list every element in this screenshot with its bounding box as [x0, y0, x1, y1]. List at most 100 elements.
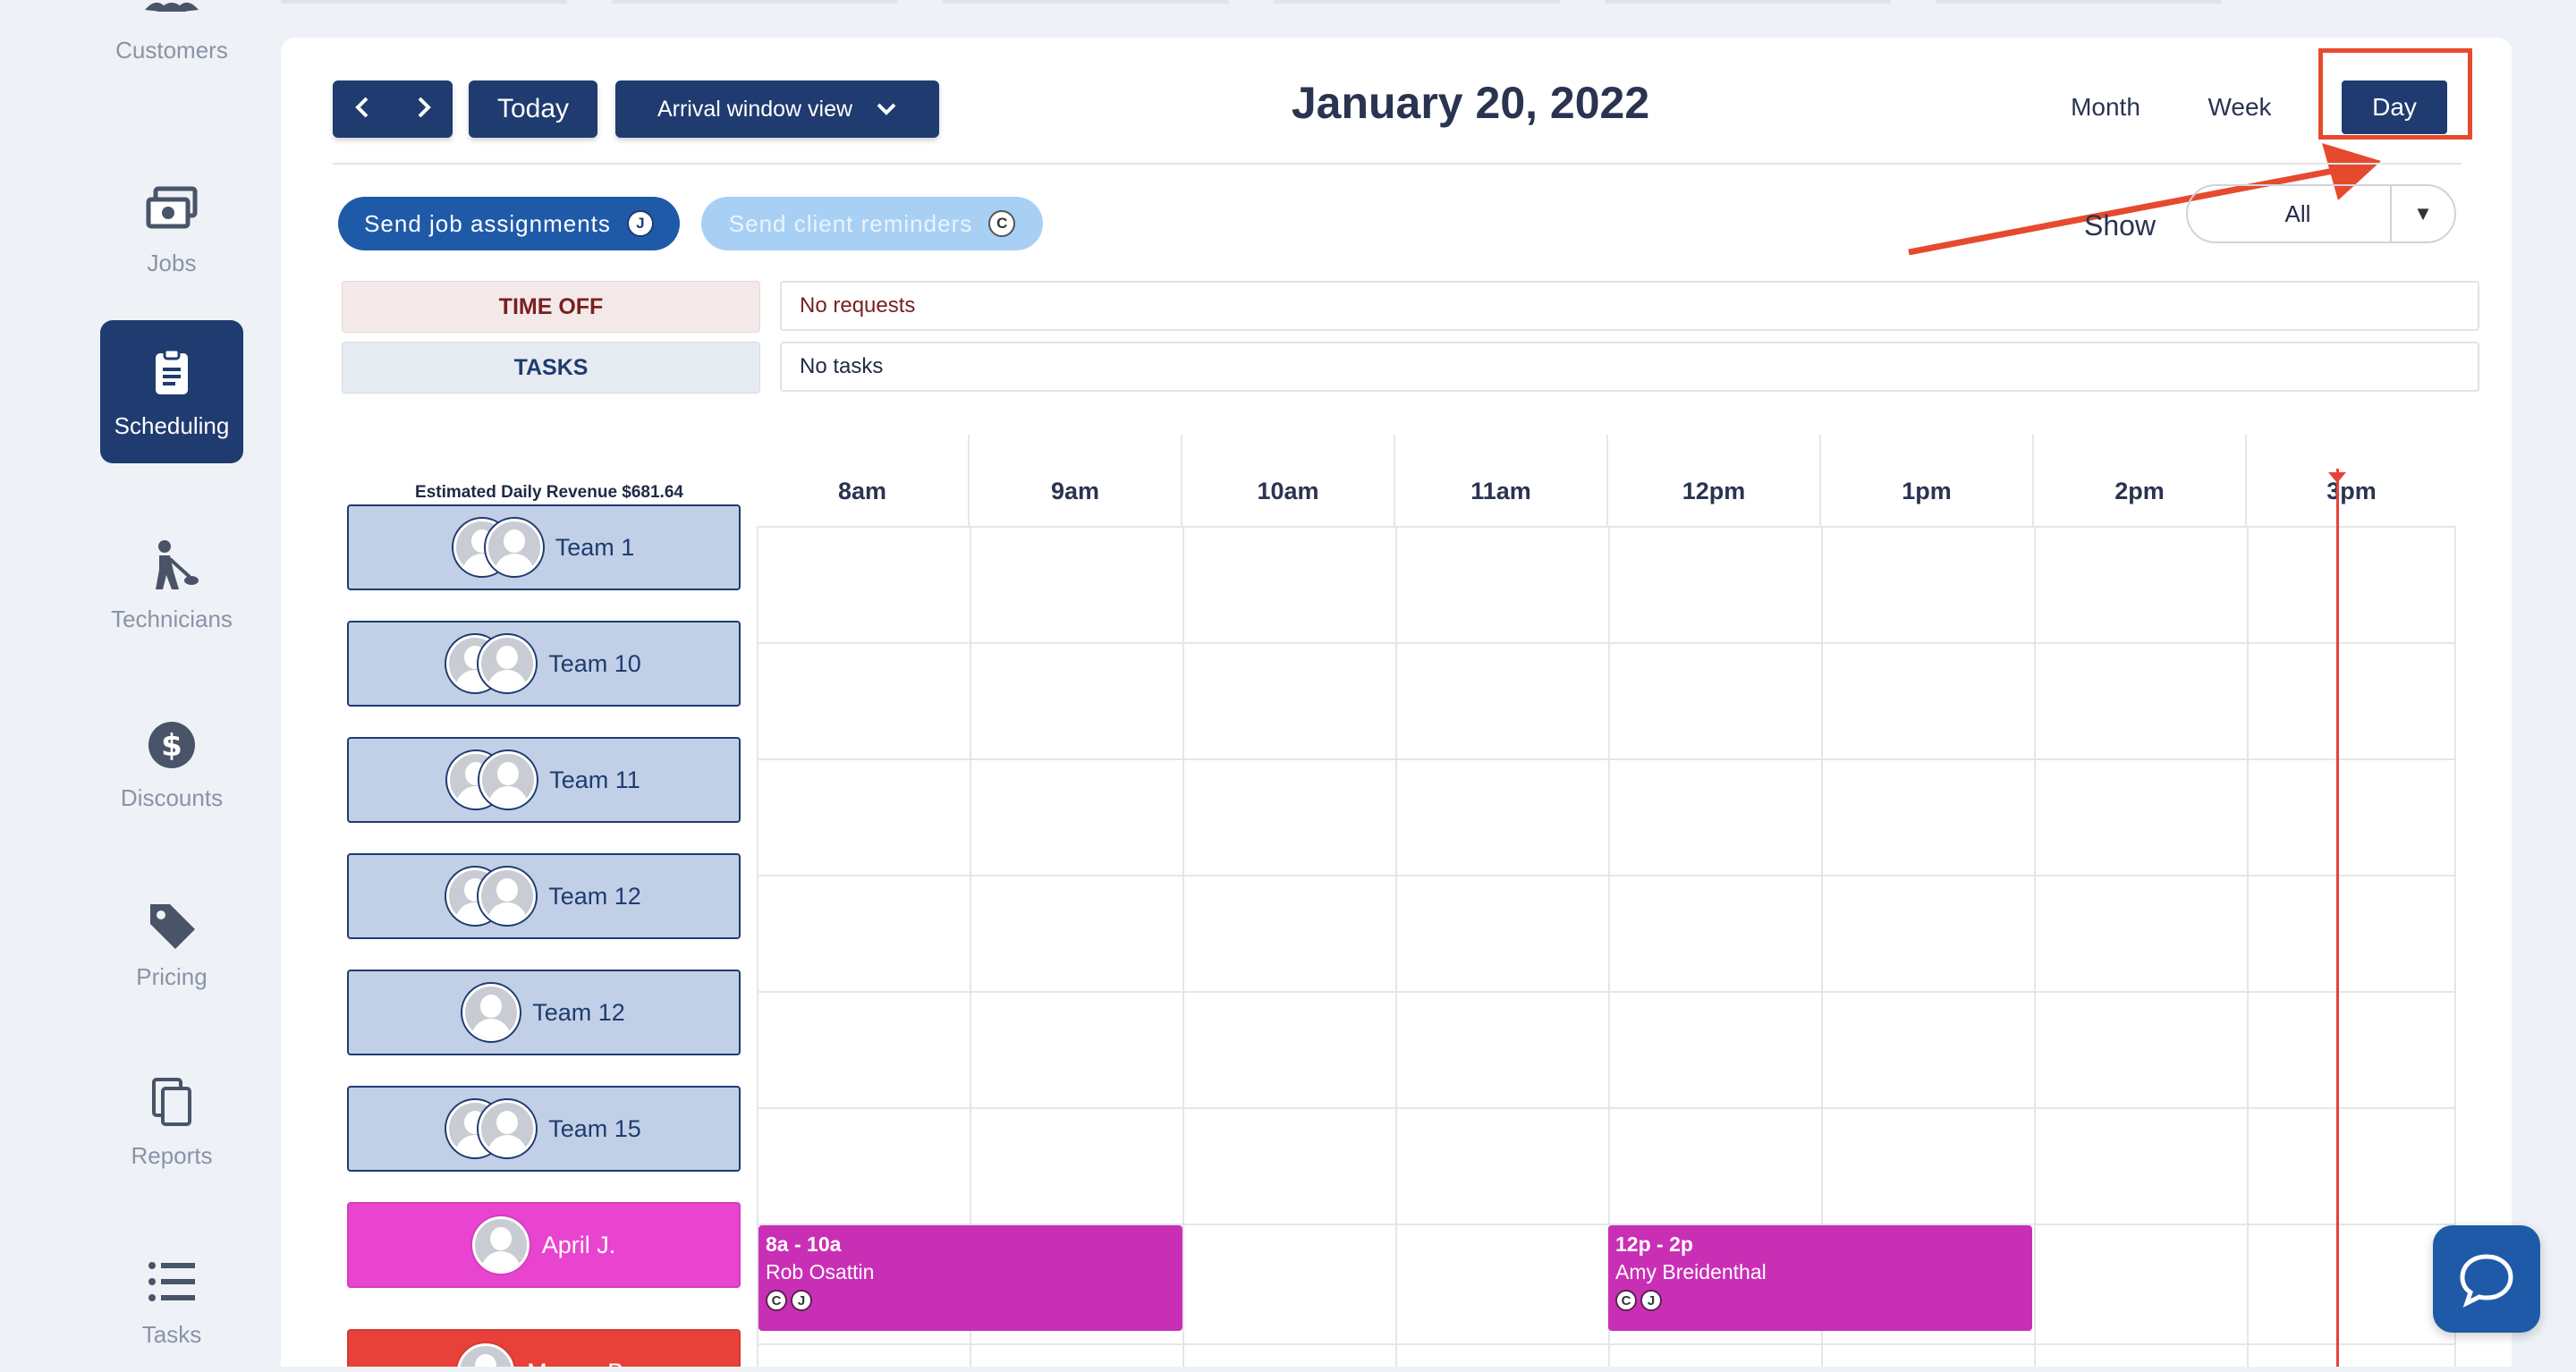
show-label: Show	[2084, 209, 2157, 241]
team-name: Team 11	[549, 766, 640, 793]
technician-row[interactable]: April J.	[347, 1202, 741, 1288]
time-off-label: TIME OFF	[342, 281, 760, 333]
team-row[interactable]: Team 1	[347, 504, 741, 590]
team-row[interactable]: Team 12	[347, 853, 741, 939]
job-time: 8a - 10a	[766, 1232, 842, 1256]
sidebar-item-tasks[interactable]: Tasks	[100, 1229, 243, 1372]
next-button[interactable]	[412, 93, 434, 126]
avatar	[457, 1343, 515, 1367]
technician-row[interactable]: Megan B.	[347, 1329, 741, 1367]
chevron-left-icon	[354, 97, 368, 117]
hour-header: 3pm	[2326, 477, 2377, 504]
show-filter-select[interactable]: All ▼	[2186, 184, 2456, 243]
sidebar-item-label: Pricing	[136, 962, 208, 990]
chat-button[interactable]	[2433, 1225, 2540, 1333]
grid-line	[758, 1107, 2454, 1109]
today-button[interactable]: Today	[469, 80, 597, 138]
sidebar-item-discounts[interactable]: $ Discounts	[100, 692, 243, 835]
send-job-assignments-button[interactable]: Send job assignments J	[338, 197, 680, 250]
client-reminder-icon: C	[766, 1290, 787, 1311]
avatar	[485, 519, 543, 576]
sidebar-item-scheduling[interactable]: Scheduling	[100, 320, 243, 463]
current-time-marker-icon	[2328, 472, 2346, 483]
team-name: Team 12	[548, 882, 641, 910]
grid-line	[758, 758, 2454, 760]
send-client-reminders-label: Send client reminders	[728, 209, 973, 237]
chevron-right-icon	[418, 97, 431, 117]
avatar	[462, 984, 521, 1041]
grid-line	[758, 991, 2454, 993]
client-badge-icon: C	[988, 210, 1016, 237]
copy-icon	[143, 1074, 200, 1131]
job-client: Amy Breidenthal	[1615, 1260, 1767, 1283]
chevron-down-icon	[877, 103, 896, 115]
avatar	[479, 1100, 537, 1157]
sidebar: Customers Jobs Scheduling Technicians $ …	[0, 0, 277, 1367]
date-nav	[333, 80, 453, 138]
clipboard-icon	[143, 344, 200, 402]
sidebar-item-pricing[interactable]: Pricing	[100, 871, 243, 1014]
avatar	[479, 868, 537, 925]
current-time-line	[2336, 469, 2339, 1367]
tasks-label: TASKS	[342, 342, 760, 394]
show-filter-value: All	[2284, 199, 2311, 227]
customers-icon	[143, 0, 200, 26]
prev-button[interactable]	[352, 93, 374, 126]
client-reminder-icon: C	[1615, 1290, 1637, 1311]
avatar	[479, 635, 537, 692]
sidebar-item-label: Tasks	[141, 1320, 202, 1348]
hour-header: 9am	[970, 435, 1182, 526]
team-name: Team 12	[532, 998, 625, 1026]
job-card[interactable]: 12p - 2p Amy Breidenthal C J	[1608, 1225, 2032, 1331]
team-row[interactable]: Team 12	[347, 970, 741, 1055]
technician-name: Megan B.	[527, 1359, 631, 1368]
sidebar-item-label: Jobs	[147, 249, 197, 276]
grid-line	[2034, 528, 2036, 1367]
grid-line	[758, 875, 2454, 877]
job-assignment-icon: J	[791, 1290, 812, 1311]
job-time: 12p - 2p	[1615, 1232, 1693, 1256]
sidebar-item-jobs[interactable]: Jobs	[100, 157, 243, 301]
team-row[interactable]: Team 10	[347, 621, 741, 707]
job-card[interactable]: 8a - 10a Rob Osattin C J	[758, 1225, 1182, 1331]
view-mode-label: Arrival window view	[657, 96, 853, 122]
job-badge-icon: J	[626, 210, 654, 237]
grid-line	[758, 642, 2454, 644]
chat-bubble-icon	[2460, 1254, 2513, 1308]
sidebar-item-reports[interactable]: Reports	[100, 1050, 243, 1193]
team-name: Team 15	[548, 1114, 641, 1142]
svg-text:$: $	[161, 728, 182, 764]
send-job-assignments-label: Send job assignments	[364, 209, 611, 237]
hour-header: 10am	[1182, 435, 1395, 526]
time-off-field[interactable]: No requests	[780, 281, 2479, 331]
grid-line	[1395, 528, 1397, 1367]
caret-down-icon: ▼	[2390, 186, 2454, 241]
date-title: January 20, 2022	[1291, 78, 1650, 128]
team-row[interactable]: Team 15	[347, 1086, 741, 1172]
tasks-field[interactable]: No tasks	[780, 342, 2479, 392]
team-name: Team 1	[555, 533, 635, 561]
sidebar-item-technicians[interactable]: Technicians	[100, 513, 243, 656]
avatar	[479, 751, 538, 809]
sidebar-item-label: Reports	[131, 1141, 213, 1169]
grid-line	[1182, 528, 1184, 1367]
sidebar-item-label: Technicians	[111, 605, 233, 632]
scheduling-card: Today Arrival window view January 20, 20…	[281, 38, 2512, 1367]
schedule-grid: 8am 9am 10am 11am 12pm 1pm 2pm 3pm 8a - …	[757, 435, 2456, 1367]
hour-header: 11am	[1395, 435, 1608, 526]
team-name: Team 10	[548, 649, 641, 677]
sidebar-item-label: Discounts	[120, 783, 224, 811]
jobs-icon	[143, 182, 200, 239]
send-client-reminders-button[interactable]: Send client reminders C	[701, 197, 1043, 250]
view-mode-dropdown[interactable]: Arrival window view	[615, 80, 939, 138]
dollar-icon: $	[143, 716, 200, 774]
technician-name: April J.	[541, 1231, 616, 1258]
job-assignment-icon: J	[1640, 1290, 1662, 1311]
grid-line	[2247, 528, 2249, 1367]
hour-header: 8am	[757, 435, 970, 526]
sidebar-item-label: Customers	[115, 36, 228, 64]
hour-header: 12pm	[1608, 435, 1821, 526]
sidebar-item-customers[interactable]: Customers	[100, 0, 243, 88]
hour-header: 2pm	[2034, 435, 2247, 526]
team-row[interactable]: Team 11	[347, 737, 741, 823]
